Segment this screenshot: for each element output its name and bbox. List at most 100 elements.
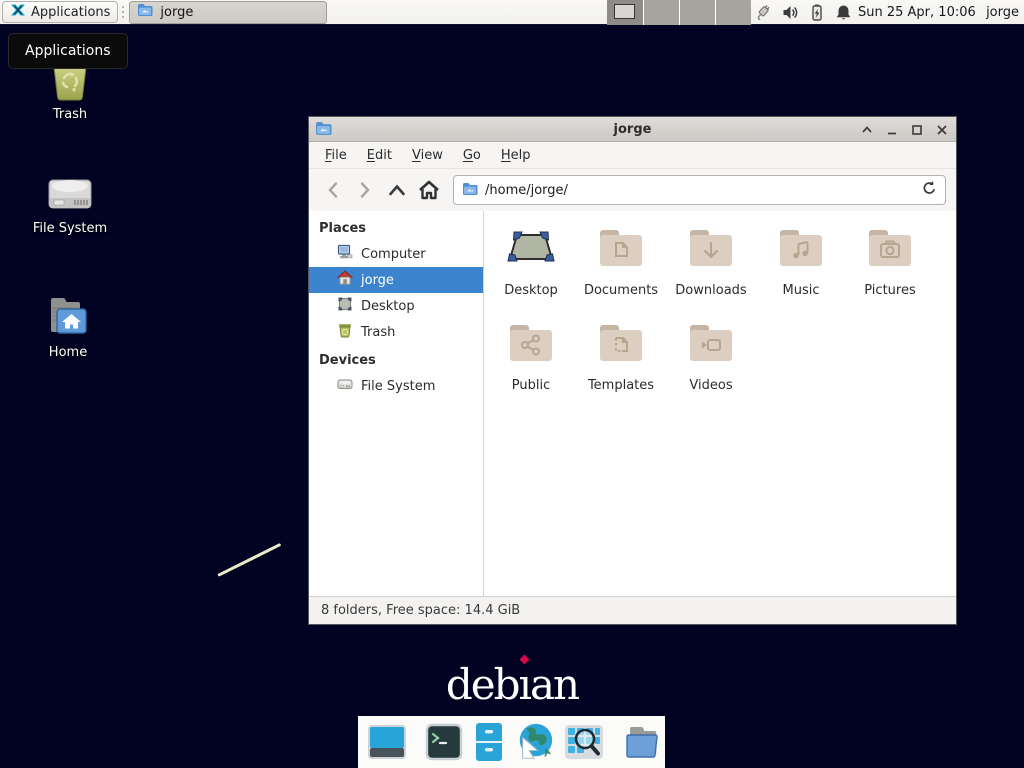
sidebar-header-devices: Devices (309, 349, 483, 373)
sidebar-item-computer[interactable]: Computer (309, 241, 483, 267)
shade-button[interactable] (861, 124, 873, 136)
back-button[interactable] (319, 176, 347, 204)
file-item-label: Downloads (666, 283, 756, 298)
desktop-icon-home[interactable]: Home (20, 294, 116, 360)
menubar: File Edit View Go Help (309, 142, 956, 169)
applications-tooltip: Applications (8, 33, 128, 69)
menu-view[interactable]: View (404, 145, 451, 166)
file-manager-window: jorge File Edit View Go Help (308, 116, 957, 625)
workspace-3[interactable] (679, 0, 715, 25)
network-icon[interactable] (753, 3, 773, 22)
folder-pictures-icon (845, 225, 935, 273)
workspace-4[interactable] (715, 0, 751, 25)
forward-button[interactable] (351, 176, 379, 204)
folder-launcher-icon[interactable] (622, 722, 662, 762)
workspace-pager (607, 0, 751, 25)
workspace-1[interactable] (607, 0, 643, 25)
file-item-pictures[interactable]: Pictures (845, 225, 935, 298)
desktop-icon-label: Trash (22, 107, 118, 122)
file-list-area[interactable]: Desktop Documents (484, 211, 956, 596)
applications-menu-button[interactable]: Applications (2, 1, 118, 23)
up-button[interactable] (383, 176, 411, 204)
terminal-icon[interactable] (425, 722, 463, 762)
show-desktop-icon[interactable] (367, 722, 407, 762)
home-folder-icon (20, 294, 116, 340)
sidebar-item-jorge[interactable]: jorge (309, 267, 483, 293)
sidebar-item-file-system[interactable]: File System (309, 373, 483, 399)
trash-icon (337, 322, 353, 342)
panel-handle[interactable] (120, 3, 125, 21)
folder-icon (137, 3, 153, 21)
menu-go[interactable]: Go (455, 145, 489, 166)
close-button[interactable] (936, 124, 948, 136)
file-item-templates[interactable]: Templates (576, 320, 666, 393)
titlebar[interactable]: jorge (309, 117, 956, 142)
sidebar-header-places: Places (309, 217, 483, 241)
file-item-documents[interactable]: Documents (576, 225, 666, 298)
taskbar-window-label: jorge (160, 5, 193, 20)
menu-file[interactable]: File (317, 145, 355, 166)
hard-drive-icon (22, 172, 118, 216)
file-item-label: Templates (576, 378, 666, 393)
volume-icon[interactable] (781, 3, 801, 22)
file-item-label: Documents (576, 283, 666, 298)
sidebar-item-label: Trash (361, 325, 395, 340)
file-item-desktop[interactable]: Desktop (486, 225, 576, 298)
file-item-downloads[interactable]: Downloads (666, 225, 756, 298)
path-bar[interactable]: /home/jorge/ (453, 175, 946, 205)
menu-help[interactable]: Help (493, 145, 539, 166)
sidebar-item-label: File System (361, 379, 435, 394)
panel-user-label[interactable]: jorge (986, 0, 1019, 25)
taskbar-window-button[interactable]: jorge (129, 1, 327, 24)
desktop-icon-file-system[interactable]: File System (22, 172, 118, 236)
file-item-label: Music (756, 283, 846, 298)
computer-icon (337, 244, 353, 264)
debian-logo: debıan (412, 660, 612, 709)
sidebar-item-desktop[interactable]: Desktop (309, 293, 483, 319)
file-item-label: Desktop (486, 283, 576, 298)
xfce-logo-icon (10, 2, 26, 22)
folder-downloads-icon (666, 225, 756, 273)
file-item-public[interactable]: Public (486, 320, 576, 393)
path-folder-icon (462, 181, 478, 200)
path-text: /home/jorge/ (485, 183, 915, 198)
reload-icon[interactable] (922, 180, 937, 200)
sidebar-item-trash[interactable]: Trash (309, 319, 483, 345)
folder-documents-icon (576, 225, 666, 273)
web-browser-icon[interactable] (515, 722, 555, 762)
file-item-music[interactable]: Music (756, 225, 846, 298)
minimize-button[interactable] (886, 124, 898, 136)
folder-templates-icon (576, 320, 666, 368)
file-item-videos[interactable]: Videos (666, 320, 756, 393)
menu-edit[interactable]: Edit (359, 145, 400, 166)
hard-drive-icon (337, 376, 353, 396)
battery-icon[interactable] (808, 3, 828, 22)
status-bar: 8 folders, Free space: 14.4 GiB (309, 596, 956, 624)
home-button[interactable] (415, 176, 443, 204)
maximize-button[interactable] (911, 124, 923, 136)
window-folder-icon (315, 121, 332, 140)
toolbar: /home/jorge/ (309, 169, 956, 211)
panel-clock[interactable]: Sun 25 Apr, 10:06 (858, 0, 976, 25)
notifications-icon[interactable] (834, 3, 854, 22)
sidebar-item-label: Desktop (361, 299, 415, 314)
bottom-dock (358, 716, 665, 768)
top-panel: Applications jorge (0, 0, 1024, 25)
app-finder-icon[interactable] (564, 722, 604, 762)
file-item-label: Videos (666, 378, 756, 393)
file-item-label: Pictures (845, 283, 935, 298)
file-item-label: Public (486, 378, 576, 393)
workspace-window-preview (614, 4, 635, 19)
folder-videos-icon (666, 320, 756, 368)
sidebar: Places Computer (309, 211, 484, 596)
home-icon (337, 270, 353, 290)
sidebar-item-label: Computer (361, 247, 426, 262)
workspace-2[interactable] (643, 0, 679, 25)
file-manager-icon[interactable] (472, 722, 506, 762)
applications-menu-label: Applications (31, 5, 110, 20)
sidebar-item-label: jorge (361, 273, 394, 288)
window-title: jorge (309, 122, 956, 137)
desktop-scratch-line (217, 543, 281, 577)
desktop-icon-label: File System (22, 221, 118, 236)
status-text: 8 folders, Free space: 14.4 GiB (321, 603, 520, 618)
